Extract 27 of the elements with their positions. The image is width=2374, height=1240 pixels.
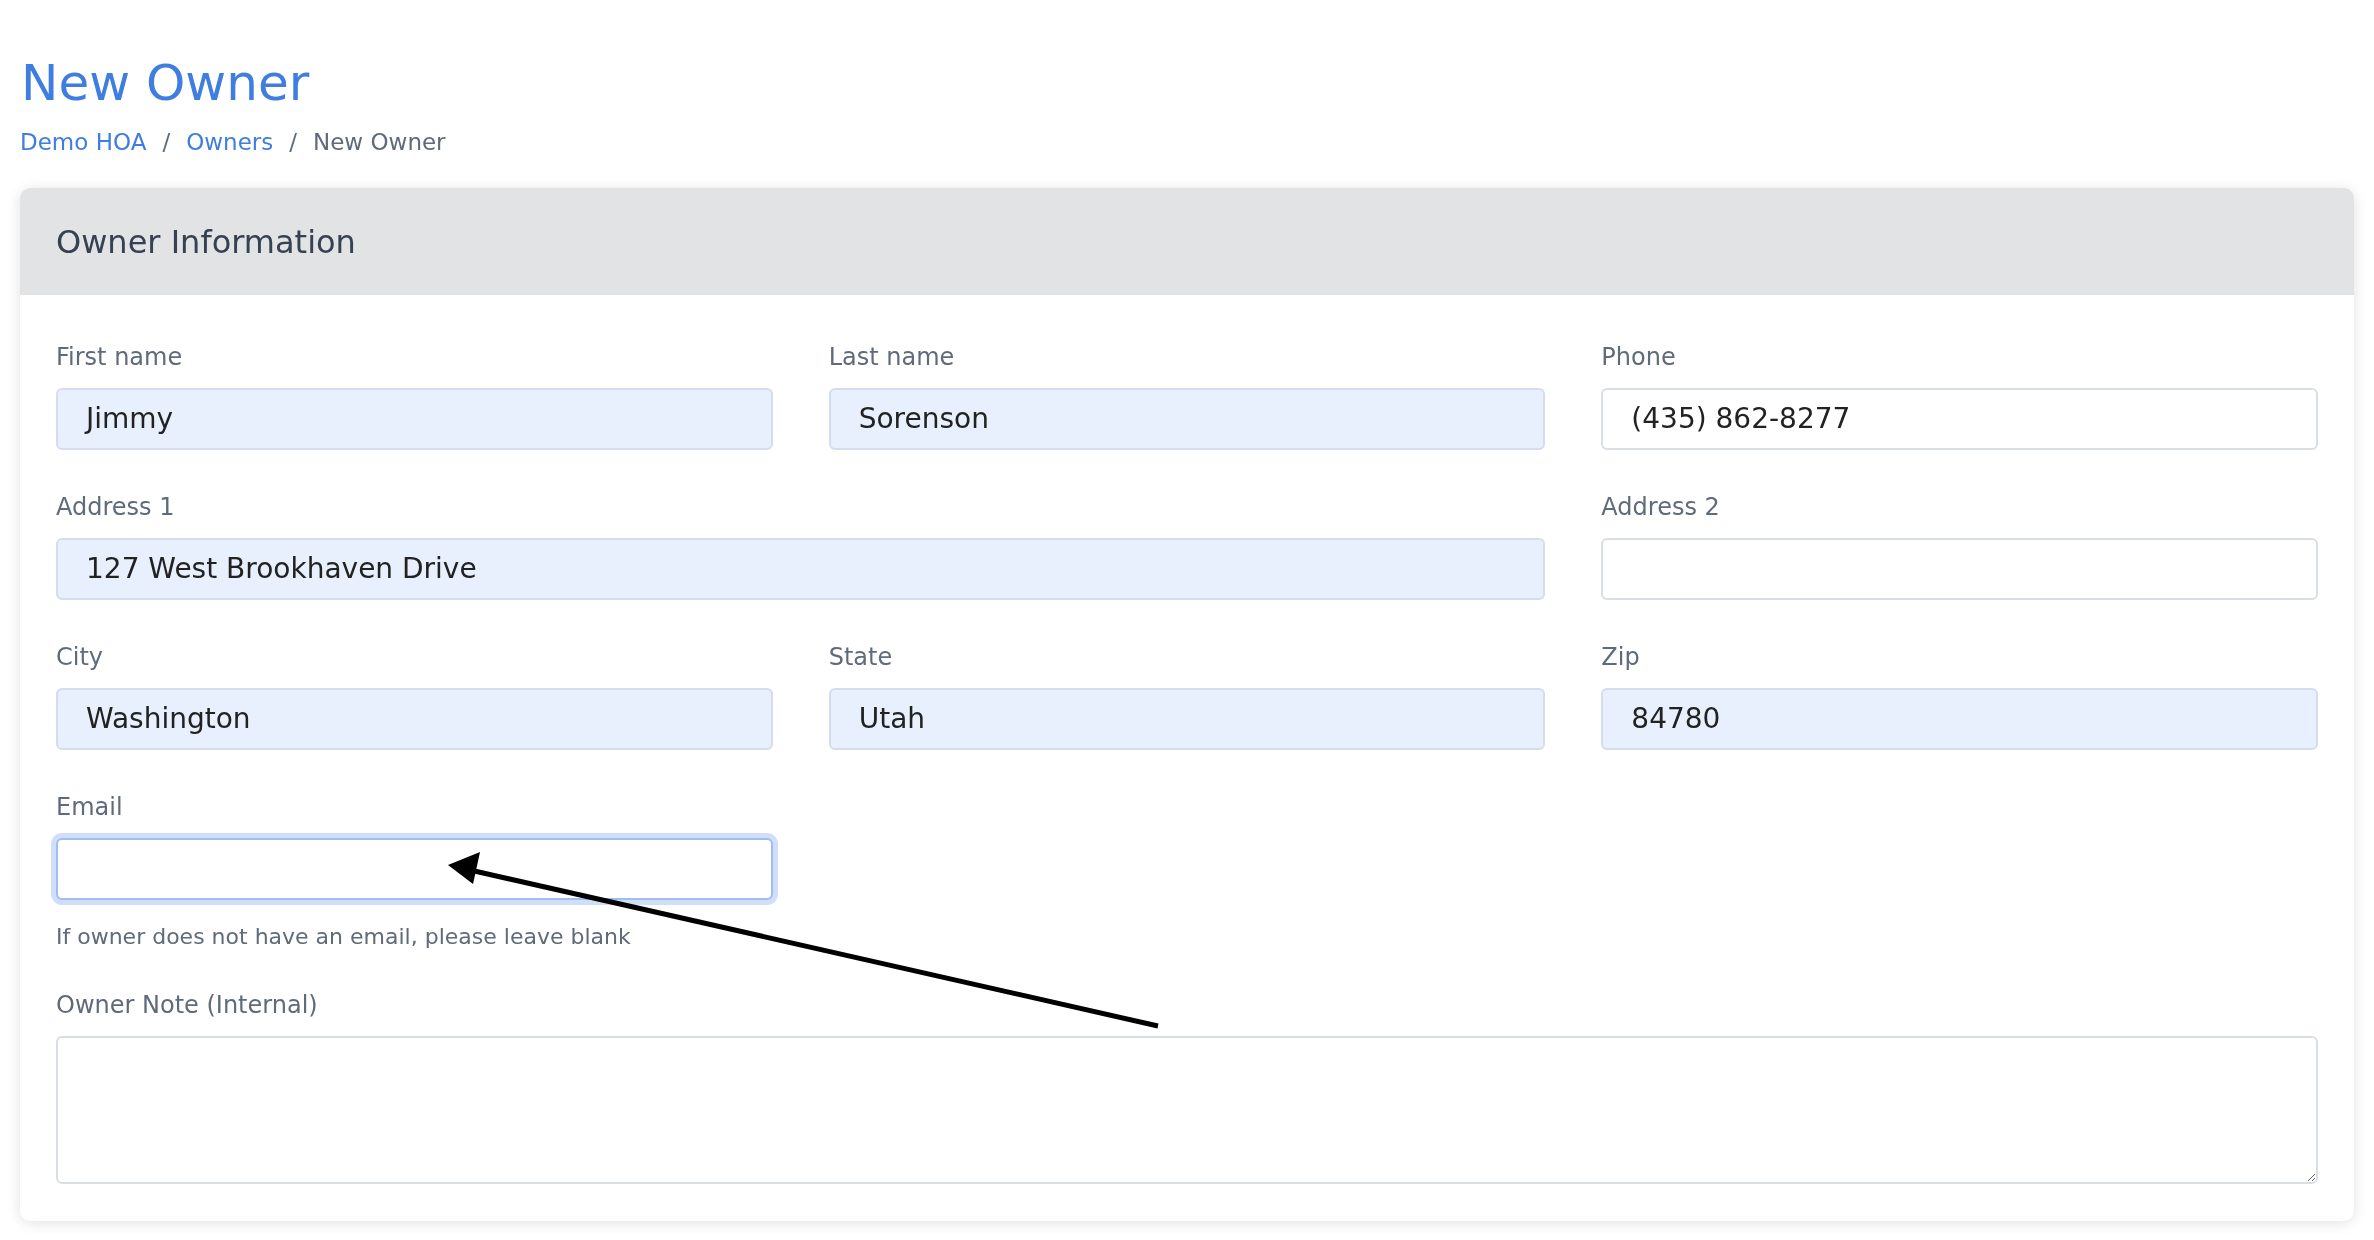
field-label: Last name bbox=[828, 342, 955, 373]
input-field[interactable]: 127 West Brookhaven Drive bbox=[56, 538, 1546, 600]
field-label: Zip bbox=[1601, 642, 1640, 673]
input-field[interactable]: Washington bbox=[56, 688, 773, 750]
field-label: Email bbox=[56, 792, 123, 823]
page-title: New Owner bbox=[21, 53, 311, 114]
card-title: Owner Information bbox=[56, 222, 356, 261]
note-textarea[interactable] bbox=[56, 1036, 2318, 1184]
field-label: Phone bbox=[1601, 342, 1676, 373]
input-field[interactable]: Utah bbox=[828, 688, 1546, 750]
breadcrumb-separator: / bbox=[289, 128, 297, 157]
input-field[interactable]: Jimmy bbox=[56, 388, 773, 450]
breadcrumb-link[interactable]: Demo HOA bbox=[20, 126, 147, 158]
breadcrumb-link[interactable]: Owners bbox=[186, 126, 274, 158]
input-field[interactable]: 84780 bbox=[1601, 688, 2318, 750]
field-label: Address 2 bbox=[1601, 492, 1720, 523]
field-label: State bbox=[828, 642, 893, 673]
input-field[interactable] bbox=[1601, 538, 2318, 600]
field-label: City bbox=[56, 642, 104, 673]
breadcrumb-separator: / bbox=[162, 128, 171, 157]
input-field[interactable]: Sorenson bbox=[828, 388, 1546, 450]
field-label: Address 1 bbox=[56, 492, 175, 523]
field-label: Owner Note (Internal) bbox=[56, 990, 318, 1021]
breadcrumb-current: New Owner bbox=[313, 128, 446, 157]
field-label: First name bbox=[56, 342, 183, 373]
input-field[interactable]: (435) 862-8277 bbox=[1601, 388, 2318, 450]
help-text: If owner does not have an email, please leave blank bbox=[56, 923, 631, 951]
